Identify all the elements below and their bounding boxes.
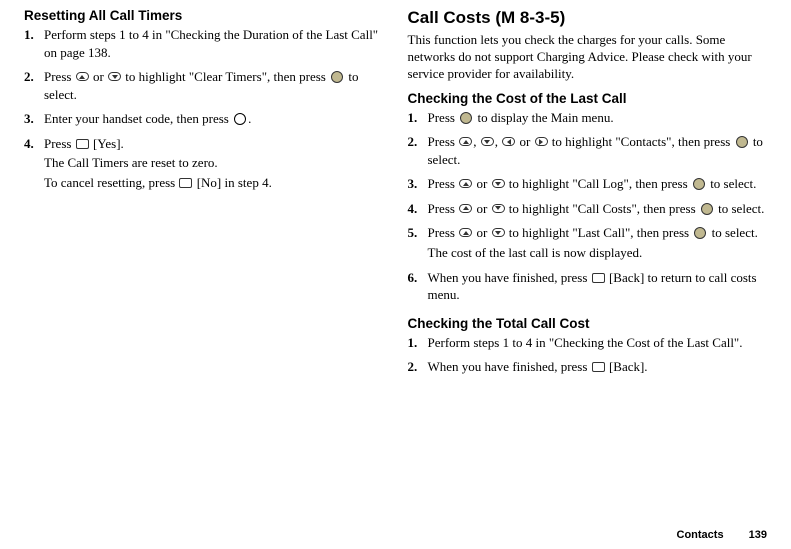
step-text: Press — [428, 176, 459, 191]
center-button-icon — [736, 136, 748, 148]
step-text: or — [516, 134, 533, 149]
step-text: or — [473, 201, 490, 216]
step-text: to select. — [707, 176, 756, 191]
step-text: to select. — [708, 225, 757, 240]
left-steps: Perform steps 1 to 4 in "Checking the Du… — [24, 26, 384, 191]
step-text: When you have finished, press — [428, 359, 591, 374]
up-arrow-icon — [459, 179, 472, 188]
step-text: Press — [44, 136, 75, 151]
step-text: Press — [428, 134, 459, 149]
step-text: or — [473, 176, 490, 191]
list-item: Press or to highlight "Call Costs", then… — [408, 200, 768, 218]
intro-text: This function lets you check the charges… — [408, 32, 768, 83]
center-button-icon — [460, 112, 472, 124]
step-text: When you have finished, press — [428, 270, 591, 285]
softkey-icon — [179, 178, 192, 188]
sub-text: The cost of the last call is now display… — [428, 244, 768, 262]
step-text: [Yes]. — [90, 136, 124, 151]
step-text: Enter your handset code, then press — [44, 111, 232, 126]
left-arrow-icon — [502, 137, 515, 146]
step-text: to highlight "Call Log", then press — [506, 176, 691, 191]
list-item: Press or to highlight "Last Call", then … — [408, 224, 768, 261]
step-text: or — [473, 225, 490, 240]
right-column: Call Costs (M 8-3-5) This function lets … — [396, 8, 768, 383]
step-text: to highlight "Clear Timers", then press — [122, 69, 329, 84]
list-item: Press [Yes]. The Call Timers are reset t… — [24, 135, 384, 192]
step-text: [No] in step 4. — [193, 175, 271, 190]
right-arrow-icon — [535, 137, 548, 146]
up-arrow-icon — [459, 204, 472, 213]
list-item: Press or to highlight "Call Log", then p… — [408, 175, 768, 193]
right-heading: Call Costs (M 8-3-5) — [408, 8, 768, 28]
page-content: Resetting All Call Timers Perform steps … — [0, 0, 791, 383]
page-footer: Contacts 139 — [677, 529, 767, 541]
list-item: Enter your handset code, then press . — [24, 110, 384, 128]
down-arrow-icon — [481, 137, 494, 146]
up-arrow-icon — [459, 137, 472, 146]
up-arrow-icon — [76, 72, 89, 81]
up-arrow-icon — [459, 228, 472, 237]
step-text: to select. — [715, 201, 764, 216]
step-text: Press — [428, 225, 459, 240]
section1-heading: Checking the Cost of the Last Call — [408, 91, 768, 106]
step-text: to highlight "Contacts", then press — [549, 134, 734, 149]
step-text: Perform steps 1 to 4 in "Checking the Du… — [44, 27, 378, 60]
step-text: , — [495, 134, 502, 149]
section-code: (M 8-3-5) — [495, 8, 565, 27]
step-text: Press — [428, 201, 459, 216]
softkey-icon — [592, 362, 605, 372]
list-item: Press to display the Main menu. — [408, 109, 768, 127]
down-arrow-icon — [492, 179, 505, 188]
sub-text: To cancel resetting, press [No] in step … — [44, 174, 384, 192]
step-text: Press — [428, 110, 459, 125]
center-button-icon — [694, 227, 706, 239]
center-button-icon — [234, 113, 246, 125]
step-text: to highlight "Call Costs", then press — [506, 201, 699, 216]
left-heading: Resetting All Call Timers — [24, 8, 384, 23]
step-text: to highlight "Last Call", then press — [506, 225, 693, 240]
footer-label: Contacts — [677, 529, 724, 541]
section2-steps: Perform steps 1 to 4 in "Checking the Co… — [408, 334, 768, 376]
list-item: Perform steps 1 to 4 in "Checking the Co… — [408, 334, 768, 352]
down-arrow-icon — [108, 72, 121, 81]
center-button-icon — [701, 203, 713, 215]
center-button-icon — [693, 178, 705, 190]
step-text: to display the Main menu. — [474, 110, 613, 125]
list-item: Press , , or to highlight "Contacts", th… — [408, 133, 768, 168]
step-text: . — [248, 111, 251, 126]
section1-steps: Press to display the Main menu. Press , … — [408, 109, 768, 304]
step-text: , — [473, 134, 480, 149]
section2-heading: Checking the Total Call Cost — [408, 316, 768, 331]
softkey-icon — [76, 139, 89, 149]
list-item: When you have finished, press [Back] to … — [408, 269, 768, 304]
down-arrow-icon — [492, 204, 505, 213]
step-text: Perform steps 1 to 4 in "Checking the Co… — [428, 335, 743, 350]
step-text: or — [90, 69, 107, 84]
softkey-icon — [592, 273, 605, 283]
list-item: When you have finished, press [Back]. — [408, 358, 768, 376]
step-text: [Back]. — [606, 359, 648, 374]
list-item: Perform steps 1 to 4 in "Checking the Du… — [24, 26, 384, 61]
center-button-icon — [331, 71, 343, 83]
step-text: To cancel resetting, press — [44, 175, 178, 190]
left-column: Resetting All Call Timers Perform steps … — [24, 8, 396, 383]
page-number: 139 — [749, 529, 767, 541]
sub-text: The Call Timers are reset to zero. — [44, 154, 384, 172]
heading-text: Call Costs — [408, 8, 491, 27]
step-text: Press — [44, 69, 75, 84]
list-item: Press or to highlight "Clear Timers", th… — [24, 68, 384, 103]
down-arrow-icon — [492, 228, 505, 237]
